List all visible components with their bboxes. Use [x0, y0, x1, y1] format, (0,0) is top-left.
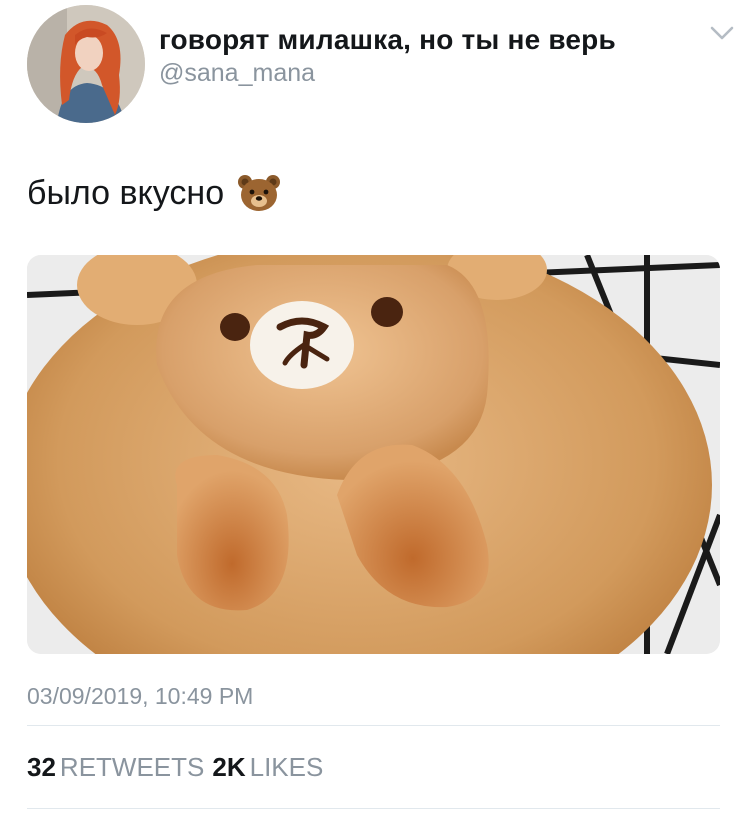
tweet-text-content: было вкусно: [27, 173, 225, 212]
engagement-stats: 32 RETWEETS 2K LIKES: [27, 752, 331, 783]
tweet-photo[interactable]: [27, 255, 720, 654]
divider: [27, 808, 720, 809]
retweets-stat[interactable]: 32 RETWEETS: [27, 752, 212, 782]
avatar-image: [27, 5, 145, 123]
chevron-down-icon[interactable]: [707, 22, 737, 44]
divider: [27, 725, 720, 726]
bear-face-icon: [238, 175, 281, 211]
avatar[interactable]: [27, 5, 145, 123]
retweets-count: 32: [27, 752, 56, 782]
tweet-timestamp[interactable]: 03/09/2019, 10:49 PM: [27, 683, 253, 710]
likes-stat[interactable]: 2K LIKES: [212, 752, 331, 782]
bear-bread-image: [27, 255, 720, 654]
tweet-text: было вкусно: [27, 173, 282, 213]
likes-label: LIKES: [249, 752, 324, 782]
display-name[interactable]: говорят милашка, но ты не верь: [159, 24, 616, 56]
user-handle[interactable]: @sana_mana: [159, 59, 315, 88]
likes-count: 2K: [212, 752, 246, 782]
retweets-label: RETWEETS: [59, 752, 205, 782]
